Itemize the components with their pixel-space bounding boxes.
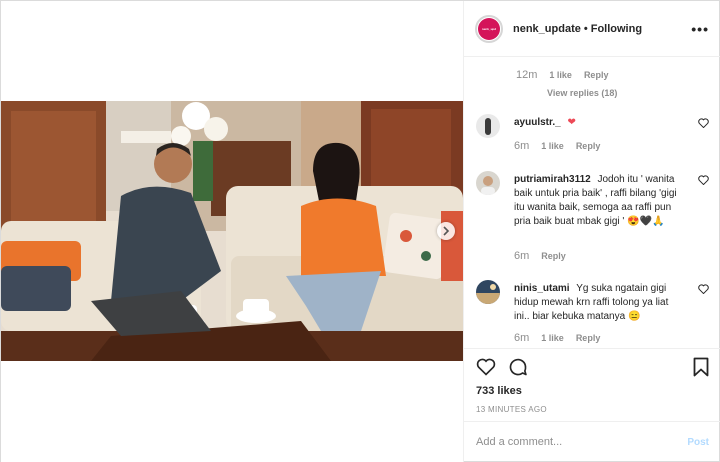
- comment-time: 12m: [516, 69, 538, 81]
- avatar[interactable]: [476, 171, 500, 195]
- comment-emoji: 😑: [627, 311, 641, 322]
- comment-time: 6m: [514, 250, 530, 262]
- video-player[interactable]: [1, 101, 463, 361]
- post-header: nenk_upd nenk_update • Following •••: [464, 1, 720, 57]
- bookmark-icon[interactable]: [693, 357, 709, 377]
- comment-time: 6m: [514, 140, 530, 152]
- next-slide-button[interactable]: [437, 222, 455, 240]
- like-comment-heart-icon[interactable]: [698, 175, 709, 185]
- avatar[interactable]: [476, 114, 500, 138]
- comment-meta: 6m 1 like Reply: [514, 332, 600, 344]
- comments-list: 12m 1 like Reply View replies (18) ayuul…: [464, 58, 720, 348]
- comment-bubble-icon[interactable]: [508, 357, 528, 377]
- comment-likes[interactable]: 1 like: [541, 333, 564, 343]
- comment-item: ninis_utami Yg suka ngatain gigi hidup m…: [476, 280, 711, 348]
- video-frame: [1, 101, 463, 361]
- comment-text: ayuulstr._ ❤: [514, 116, 682, 130]
- heart-icon[interactable]: [476, 357, 496, 376]
- author-avatar[interactable]: nenk_upd: [475, 14, 503, 43]
- comment-likes[interactable]: 1 like: [541, 141, 564, 151]
- comment-username[interactable]: putriamirah3112: [514, 174, 591, 185]
- post-sidebar: nenk_upd nenk_update • Following ••• 12m…: [463, 1, 720, 462]
- comment-meta: 6m Reply: [514, 250, 566, 262]
- comment-username[interactable]: ayuulstr._: [514, 117, 561, 128]
- comment-item: putriamirah3112 Jodoh itu ' wanita baik …: [476, 171, 711, 271]
- reply-button[interactable]: Reply: [541, 251, 566, 261]
- avatar-image: [476, 171, 500, 195]
- more-options-button[interactable]: •••: [691, 21, 709, 37]
- comment-item: ayuulstr._ ❤ 6m 1 like Reply: [476, 114, 711, 154]
- comment-text: ninis_utami Yg suka ngatain gigi hidup m…: [514, 282, 682, 324]
- action-icons: [476, 357, 528, 377]
- avatar-logo: nenk_upd: [478, 17, 500, 40]
- avatar-image: [476, 280, 500, 304]
- comment-emoji: 😍🖤🙏: [627, 216, 665, 227]
- comment-likes[interactable]: 1 like: [549, 70, 572, 80]
- chevron-right-icon: [443, 226, 450, 236]
- reply-button[interactable]: Reply: [584, 70, 609, 80]
- comment-username[interactable]: ninis_utami: [514, 283, 570, 294]
- view-replies-label: View replies (18): [547, 88, 618, 98]
- like-count[interactable]: 733 likes: [476, 385, 522, 397]
- comment-meta: 6m 1 like Reply: [514, 140, 600, 152]
- comment-input[interactable]: [476, 436, 688, 448]
- instagram-post: nenk_upd nenk_update • Following ••• 12m…: [0, 0, 720, 462]
- post-actions: 733 likes 13 MINUTES AGO: [464, 348, 720, 420]
- like-comment-heart-icon[interactable]: [698, 284, 709, 294]
- avatar-logo-text: nenk_upd: [481, 26, 497, 31]
- comment-time: 6m: [514, 332, 530, 344]
- header-separator: •: [583, 22, 588, 35]
- add-comment-bar: Post: [464, 421, 720, 462]
- post-media: [1, 1, 463, 462]
- following-button[interactable]: Following: [591, 23, 642, 35]
- post-timestamp[interactable]: 13 MINUTES AGO: [476, 405, 547, 414]
- comment-meta: 12m 1 like Reply: [516, 69, 608, 81]
- like-comment-heart-icon[interactable]: [698, 118, 709, 128]
- author-username[interactable]: nenk_update: [513, 23, 581, 35]
- view-replies-button[interactable]: View replies (18): [547, 88, 617, 98]
- post-comment-button[interactable]: Post: [687, 437, 709, 448]
- reply-button[interactable]: Reply: [576, 333, 601, 343]
- comment-text: putriamirah3112 Jodoh itu ' wanita baik …: [514, 173, 682, 229]
- comment-emoji: ❤: [567, 117, 576, 128]
- reply-button[interactable]: Reply: [576, 141, 601, 151]
- avatar[interactable]: [476, 280, 500, 304]
- avatar-image: [476, 114, 500, 138]
